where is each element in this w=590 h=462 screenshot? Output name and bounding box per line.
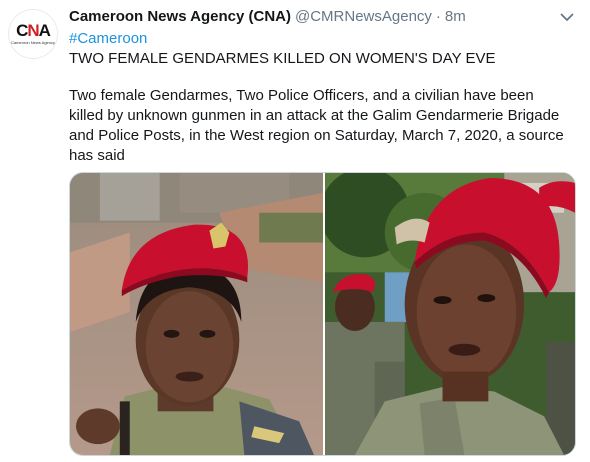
cna-logo-tagline: Cameroon News Agency — [10, 40, 56, 45]
hashtag-link[interactable]: #Cameroon — [69, 29, 147, 49]
media-photo-left[interactable] — [70, 173, 323, 455]
tweet-timestamp[interactable]: 8m — [445, 8, 466, 25]
photo-gendarme-selfie-icon — [70, 173, 323, 455]
account-avatar[interactable]: CNA Cameroon News Agency — [8, 9, 58, 59]
cna-logo: CNA — [16, 21, 51, 40]
media-photo-right[interactable] — [325, 173, 575, 455]
tweet-header: Cameroon News Agency (CNA) @CMRNewsAgenc… — [69, 8, 466, 28]
tweet-menu-button[interactable] — [557, 7, 577, 27]
tweet-headline: TWO FEMALE GENDARMES KILLED ON WOMEN'S D… — [69, 50, 496, 67]
separator-dot: · — [435, 8, 441, 25]
chevron-down-icon — [560, 13, 574, 21]
tweet-card[interactable]: CNA Cameroon News Agency Cameroon News A… — [0, 0, 590, 462]
photo-gendarme-portrait-icon — [325, 173, 575, 455]
tweet-media-grid — [69, 172, 576, 456]
account-handle[interactable]: @CMRNewsAgency — [295, 8, 432, 25]
account-display-name[interactable]: Cameroon News Agency (CNA) — [69, 8, 291, 25]
tweet-body: Two female Gendarmes, Two Police Officer… — [69, 87, 564, 164]
